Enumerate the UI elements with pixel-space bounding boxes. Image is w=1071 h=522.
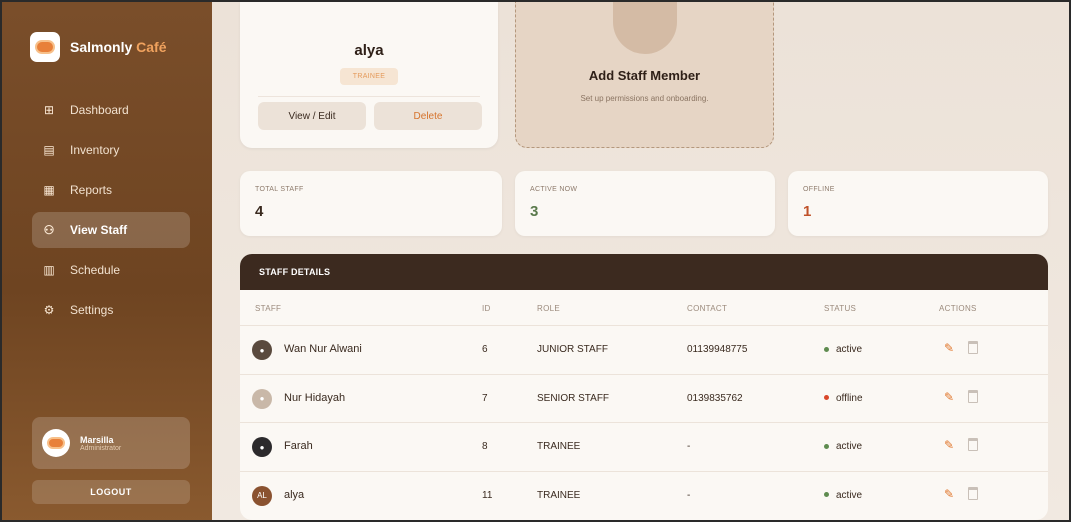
staff-table: STAFF DETAILS STAFF ID ROLE CONTACT STAT… — [240, 254, 1048, 520]
sidebar-item-view-staff[interactable]: ⚇ View Staff — [32, 212, 190, 248]
sidebar-item-reports[interactable]: ▦ Reports — [32, 172, 190, 208]
table-header-row: STAFF ID ROLE CONTACT STATUS ACTIONS — [240, 290, 1048, 326]
stat-label: OFFLINE — [803, 186, 835, 193]
divider — [258, 96, 480, 97]
sidebar-item-inventory[interactable]: ▤ Inventory — [32, 132, 190, 168]
status-dot-icon — [824, 395, 829, 401]
table-row: ● Wan Nur Alwani 6 JUNIOR STAFF 01139948… — [240, 326, 1048, 375]
stat-value: 1 — [803, 203, 812, 220]
trash-icon[interactable] — [968, 438, 978, 451]
avatar: ● — [252, 437, 272, 457]
staff-name: Nur Hidayah — [284, 391, 346, 404]
add-staff-title: Add Staff Member — [588, 68, 701, 83]
sidebar-item-label: Dashboard — [70, 103, 129, 117]
status-dot-icon — [824, 443, 829, 449]
status-badge: offline — [824, 393, 863, 404]
add-icon — [613, 2, 677, 54]
column-header: ACTIONS — [939, 304, 977, 313]
gear-icon: ⚙ — [43, 303, 55, 317]
add-staff-subtitle: Set up permissions and onboarding. — [580, 94, 709, 103]
staff-contact: - — [687, 441, 691, 452]
pencil-icon[interactable]: ✎ — [944, 438, 954, 452]
staff-role: JUNIOR STAFF — [537, 344, 608, 355]
avatar: ● — [252, 340, 272, 360]
stat-offline: OFFLINE 1 — [788, 171, 1048, 236]
staff-contact: - — [687, 489, 691, 501]
status-badge: active — [824, 344, 862, 355]
status-badge: active — [824, 441, 862, 452]
sidebar-item-label: View Staff — [70, 223, 128, 237]
logout-button[interactable]: LOGOUT — [32, 480, 190, 504]
view-edit-button[interactable]: View / Edit — [258, 102, 366, 130]
staff-name: Farah — [284, 440, 313, 452]
calendar-icon: ▥ — [43, 263, 55, 277]
column-header: CONTACT — [687, 304, 728, 313]
avatar: AL — [252, 485, 272, 506]
sidebar-item-label: Inventory — [70, 143, 120, 157]
status-badge: active — [824, 490, 862, 501]
avatar — [42, 429, 70, 457]
staff-name: alya — [284, 488, 305, 501]
avatar: ● — [252, 388, 272, 409]
inventory-icon: ▤ — [43, 143, 55, 157]
column-header: ROLE — [537, 304, 560, 313]
staff-role: TRAINEE — [537, 489, 581, 501]
sidebar-item-label: Schedule — [70, 263, 121, 277]
reports-icon: ▦ — [43, 183, 55, 197]
trash-icon[interactable] — [968, 486, 978, 500]
table-row: AL alya 11 TRAINEE - active ✎ — [240, 472, 1048, 521]
dashboard-icon: ⊞ — [43, 103, 55, 117]
sidebar-item-label: Reports — [70, 183, 113, 197]
staff-id: 7 — [482, 392, 488, 404]
staff-contact: 01139948775 — [687, 344, 748, 355]
staff-role: TRAINEE — [537, 441, 581, 452]
stat-value: 4 — [255, 203, 264, 220]
staff-card: alya TRAINEE View / Edit Delete — [240, 2, 498, 148]
staff-role: SENIOR STAFF — [537, 392, 610, 404]
staff-id: 11 — [482, 489, 493, 501]
pencil-icon[interactable]: ✎ — [944, 487, 954, 501]
app-window: Salmonly Café ⊞ Dashboard ▤ Inventory ▦ … — [0, 0, 1071, 522]
brand-name: Salmonly Café — [70, 39, 167, 55]
stat-active-now: ACTIVE NOW 3 — [515, 171, 775, 236]
staff-contact: 0139835762 — [687, 392, 743, 404]
stat-total-staff: TOTAL STAFF 4 — [240, 171, 502, 236]
user-profile-card[interactable]: Marsilla Administrator — [32, 417, 190, 469]
staff-id: 8 — [482, 441, 488, 452]
table-row: ● Farah 8 TRAINEE - active ✎ — [240, 423, 1048, 472]
sidebar-nav: ⊞ Dashboard ▤ Inventory ▦ Reports ⚇ View… — [32, 92, 190, 332]
sidebar-item-label: Settings — [70, 303, 114, 317]
trash-icon[interactable] — [968, 341, 978, 354]
stat-label: ACTIVE NOW — [530, 186, 578, 193]
staff-name: Wan Nur Alwani — [284, 343, 362, 355]
sidebar-item-dashboard[interactable]: ⊞ Dashboard — [32, 92, 190, 128]
delete-button[interactable]: Delete — [374, 102, 482, 130]
table-title: STAFF DETAILS — [240, 254, 1048, 290]
column-header: ID — [482, 304, 491, 313]
sidebar: Salmonly Café ⊞ Dashboard ▤ Inventory ▦ … — [2, 2, 212, 520]
profile-role: Administrator — [80, 444, 122, 452]
column-header: STATUS — [824, 304, 857, 313]
status-dot-icon — [824, 346, 829, 352]
sidebar-item-settings[interactable]: ⚙ Settings — [32, 292, 190, 328]
profile-name: Marsilla — [80, 434, 114, 445]
pencil-icon[interactable]: ✎ — [944, 390, 954, 404]
column-header: STAFF — [255, 304, 282, 313]
sidebar-item-schedule[interactable]: ▥ Schedule — [32, 252, 190, 288]
staff-card-name: alya — [354, 42, 384, 59]
add-staff-card[interactable]: Add Staff Member Set up permissions and … — [515, 2, 774, 148]
stat-label: TOTAL STAFF — [255, 186, 304, 193]
status-dot-icon — [824, 492, 829, 498]
staff-id: 6 — [482, 344, 488, 355]
users-icon: ⚇ — [43, 223, 55, 237]
table-row: ● Nur Hidayah 7 SENIOR STAFF 0139835762 … — [240, 375, 1048, 423]
brand-logo-icon — [30, 32, 60, 62]
role-badge: TRAINEE — [340, 68, 398, 85]
trash-icon[interactable] — [968, 389, 978, 403]
pencil-icon[interactable]: ✎ — [944, 341, 954, 355]
stat-value: 3 — [530, 203, 539, 220]
brand[interactable]: Salmonly Café — [30, 32, 167, 62]
